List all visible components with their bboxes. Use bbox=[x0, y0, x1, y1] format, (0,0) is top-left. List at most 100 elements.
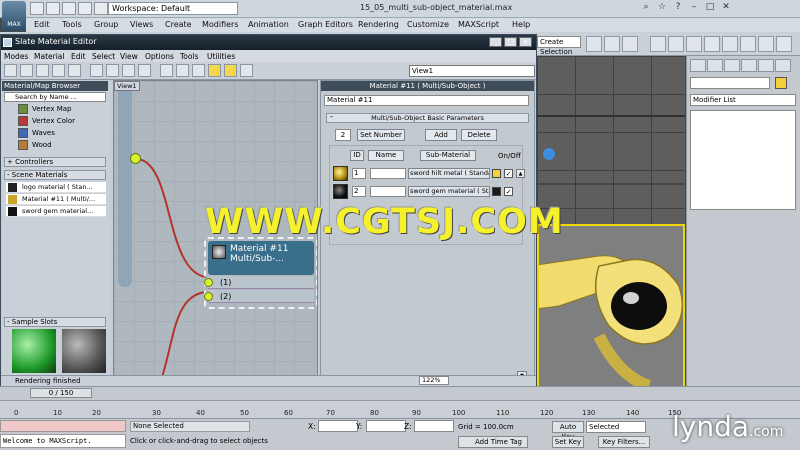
row-on-checkbox[interactable]: ✓ bbox=[504, 187, 513, 196]
material-editor-icon[interactable] bbox=[722, 36, 738, 52]
pick-material-icon[interactable] bbox=[20, 64, 33, 77]
show-end-result-icon[interactable] bbox=[138, 64, 151, 77]
set-number-button[interactable]: Set Number bbox=[357, 129, 405, 141]
time-slider-track[interactable] bbox=[0, 386, 800, 400]
scene-material-item[interactable]: sword gem material... bbox=[6, 206, 106, 217]
maxscript-output[interactable]: Welcome to MAXScript. bbox=[0, 434, 126, 448]
maxscript-mini-listener[interactable] bbox=[0, 420, 126, 432]
open-file-icon[interactable] bbox=[46, 2, 60, 15]
key-filters-button[interactable]: Key Filters... bbox=[598, 436, 650, 448]
object-color-swatch[interactable] bbox=[775, 77, 787, 89]
row-color-swatch[interactable] bbox=[492, 169, 501, 178]
view-dropdown[interactable]: View1 bbox=[409, 65, 535, 77]
select-tool-icon[interactable] bbox=[4, 64, 17, 77]
add-time-tag-button[interactable]: Add Time Tag bbox=[458, 436, 528, 448]
controllers-rollout[interactable]: + Controllers bbox=[4, 157, 106, 167]
minimize-icon[interactable]: _ bbox=[489, 37, 502, 47]
create-tab-icon[interactable] bbox=[690, 59, 706, 72]
map-item-waves[interactable]: Waves bbox=[4, 127, 104, 139]
mirror-icon[interactable] bbox=[604, 36, 620, 52]
add-button[interactable]: Add bbox=[425, 129, 457, 141]
sme-menu-view[interactable]: View bbox=[120, 52, 138, 61]
named-selection-icon[interactable] bbox=[586, 36, 602, 52]
select-by-material-icon[interactable] bbox=[240, 64, 253, 77]
maximize-icon[interactable]: □ bbox=[504, 37, 517, 47]
row-name-field[interactable] bbox=[370, 186, 406, 197]
scroll-up-icon[interactable]: ▲ bbox=[516, 169, 525, 178]
put-to-scene-icon[interactable] bbox=[36, 64, 49, 77]
menu-rendering[interactable]: Rendering bbox=[358, 20, 399, 29]
material-id-icon[interactable] bbox=[192, 64, 205, 77]
hierarchy-tab-icon[interactable] bbox=[724, 59, 740, 72]
sme-menu-edit[interactable]: Edit bbox=[71, 52, 86, 61]
menu-edit[interactable]: Edit bbox=[34, 20, 50, 29]
set-key-button[interactable]: Set Key bbox=[552, 436, 584, 448]
menu-maxscript[interactable]: MAXScript bbox=[458, 20, 499, 29]
menu-group[interactable]: Group bbox=[94, 20, 118, 29]
redo-icon[interactable] bbox=[94, 2, 108, 15]
node-slot-2[interactable]: (2) bbox=[204, 290, 314, 303]
undo-icon[interactable] bbox=[78, 2, 92, 15]
assign-material-icon[interactable] bbox=[52, 64, 65, 77]
close-icon[interactable]: ✕ bbox=[720, 2, 732, 14]
render-icon[interactable] bbox=[776, 36, 792, 52]
graphite-icon[interactable] bbox=[668, 36, 684, 52]
top-viewport[interactable] bbox=[537, 56, 685, 226]
sme-menu-utilities[interactable]: Utilities bbox=[207, 52, 235, 61]
map-item-vertex-map[interactable]: Vertex Map bbox=[4, 103, 104, 115]
time-slider-thumb[interactable]: 0 / 150 bbox=[30, 388, 92, 398]
browser-search-input[interactable]: Search by Name ... bbox=[4, 92, 106, 102]
save-file-icon[interactable] bbox=[62, 2, 76, 15]
delete-icon[interactable] bbox=[68, 64, 81, 77]
row-id-field[interactable]: 1 bbox=[352, 168, 366, 179]
input-socket[interactable] bbox=[204, 278, 213, 287]
material-node-header[interactable]: Material #11 Multi/Sub-... bbox=[208, 241, 314, 275]
sample-slot-green[interactable] bbox=[12, 329, 56, 373]
menu-animation[interactable]: Animation bbox=[248, 20, 289, 29]
render-setup-icon[interactable] bbox=[740, 36, 756, 52]
row-color-swatch[interactable] bbox=[492, 187, 501, 196]
max-app-button[interactable]: MAX bbox=[2, 1, 26, 31]
submaterial-column-button[interactable]: Sub-Material bbox=[420, 150, 476, 161]
star-icon[interactable]: ☆ bbox=[656, 2, 668, 14]
menu-graph-editors[interactable]: Graph Editors bbox=[298, 20, 353, 29]
output-socket[interactable] bbox=[130, 153, 141, 164]
row-submaterial-button[interactable]: sword gem material ( Standard ) bbox=[408, 186, 490, 197]
sme-menu-material[interactable]: Material bbox=[34, 52, 64, 61]
menu-create[interactable]: Create bbox=[165, 20, 192, 29]
maximize-icon[interactable]: □ bbox=[704, 2, 716, 14]
name-column-button[interactable]: Name bbox=[368, 150, 404, 161]
basic-params-rollout[interactable]: - Multi/Sub-Object Basic Parameters bbox=[326, 113, 529, 123]
delete-button[interactable]: Delete bbox=[461, 129, 497, 141]
row-on-checkbox[interactable]: ✓ bbox=[504, 169, 513, 178]
map-item-wood[interactable]: Wood bbox=[4, 139, 104, 151]
help-icon[interactable]: ? bbox=[672, 2, 684, 14]
y-coord-field[interactable] bbox=[366, 420, 406, 432]
display-tab-icon[interactable] bbox=[758, 59, 774, 72]
layout-all-icon[interactable] bbox=[160, 64, 173, 77]
schematic-icon[interactable] bbox=[704, 36, 720, 52]
new-file-icon[interactable] bbox=[30, 2, 44, 15]
zoom-field[interactable]: 122% bbox=[419, 376, 449, 385]
sme-menu-select[interactable]: Select bbox=[92, 52, 115, 61]
layout-children-icon[interactable] bbox=[176, 64, 189, 77]
scene-material-item[interactable]: Material #11 ( Multi/... bbox=[6, 194, 106, 205]
show-map-icon[interactable] bbox=[106, 64, 119, 77]
submaterial-thumbnail-icon[interactable] bbox=[333, 184, 348, 199]
utilities-tab-icon[interactable] bbox=[775, 59, 791, 72]
menu-views[interactable]: Views bbox=[130, 20, 153, 29]
sample-slot-gray[interactable] bbox=[62, 329, 106, 373]
row-name-field[interactable] bbox=[370, 168, 406, 179]
scene-materials-rollout[interactable]: - Scene Materials bbox=[4, 170, 106, 180]
selection-set-field[interactable]: Create Selection Se bbox=[537, 36, 581, 66]
object-name-field[interactable] bbox=[690, 77, 770, 89]
move-children-icon[interactable] bbox=[90, 64, 103, 77]
map-item-vertex-color[interactable]: Vertex Color bbox=[4, 115, 104, 127]
hide-unused-icon[interactable] bbox=[208, 64, 221, 77]
material-node[interactable]: Material #11 Multi/Sub-... (1) (2) bbox=[204, 237, 317, 309]
perspective-viewport[interactable] bbox=[537, 224, 685, 388]
menu-help[interactable]: Help bbox=[512, 20, 530, 29]
menu-modifiers[interactable]: Modifiers bbox=[202, 20, 239, 29]
sme-menu-options[interactable]: Options bbox=[145, 52, 174, 61]
z-coord-field[interactable] bbox=[414, 420, 454, 432]
